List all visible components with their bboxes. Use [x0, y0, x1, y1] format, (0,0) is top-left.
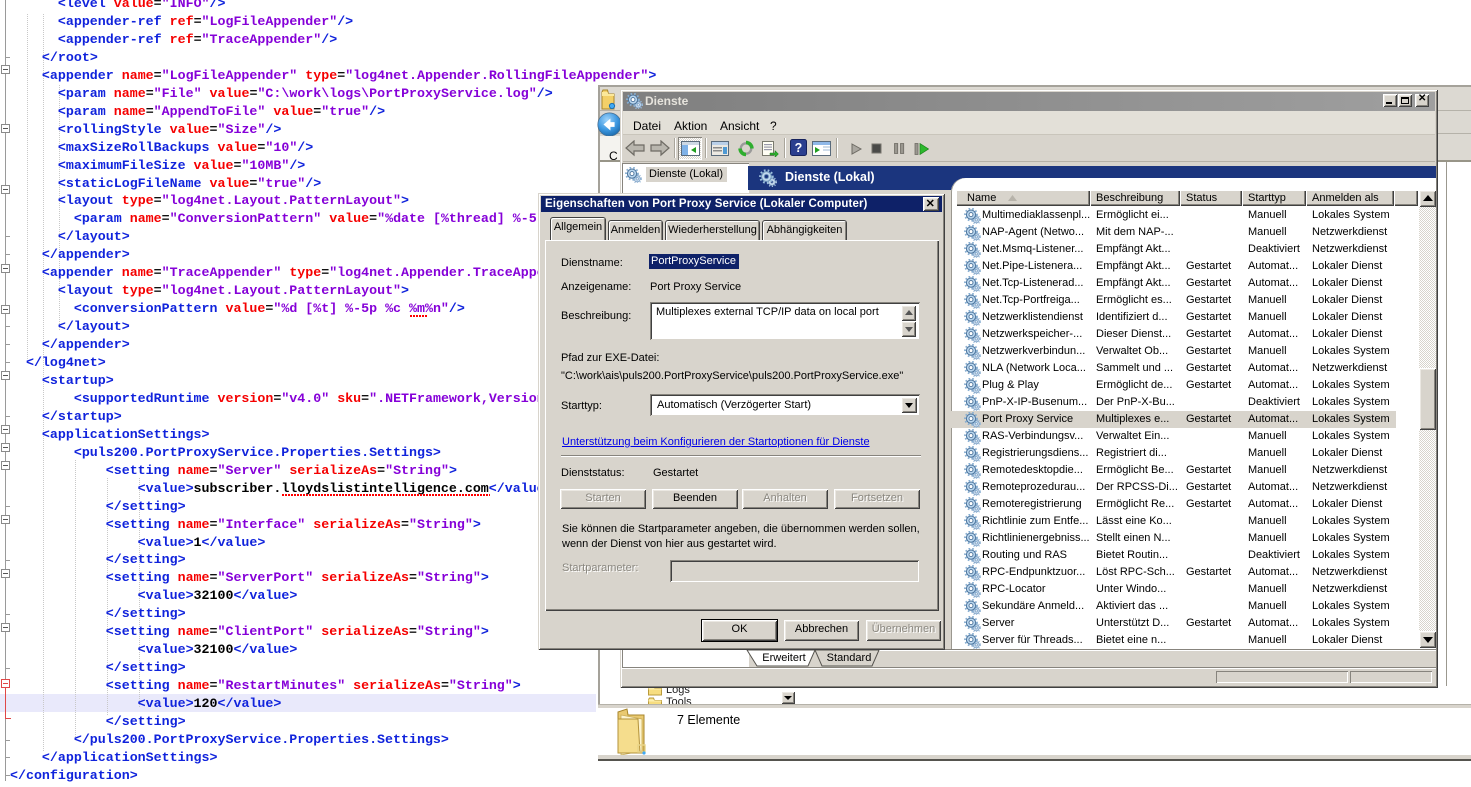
svg-text:?: ? — [795, 141, 803, 155]
